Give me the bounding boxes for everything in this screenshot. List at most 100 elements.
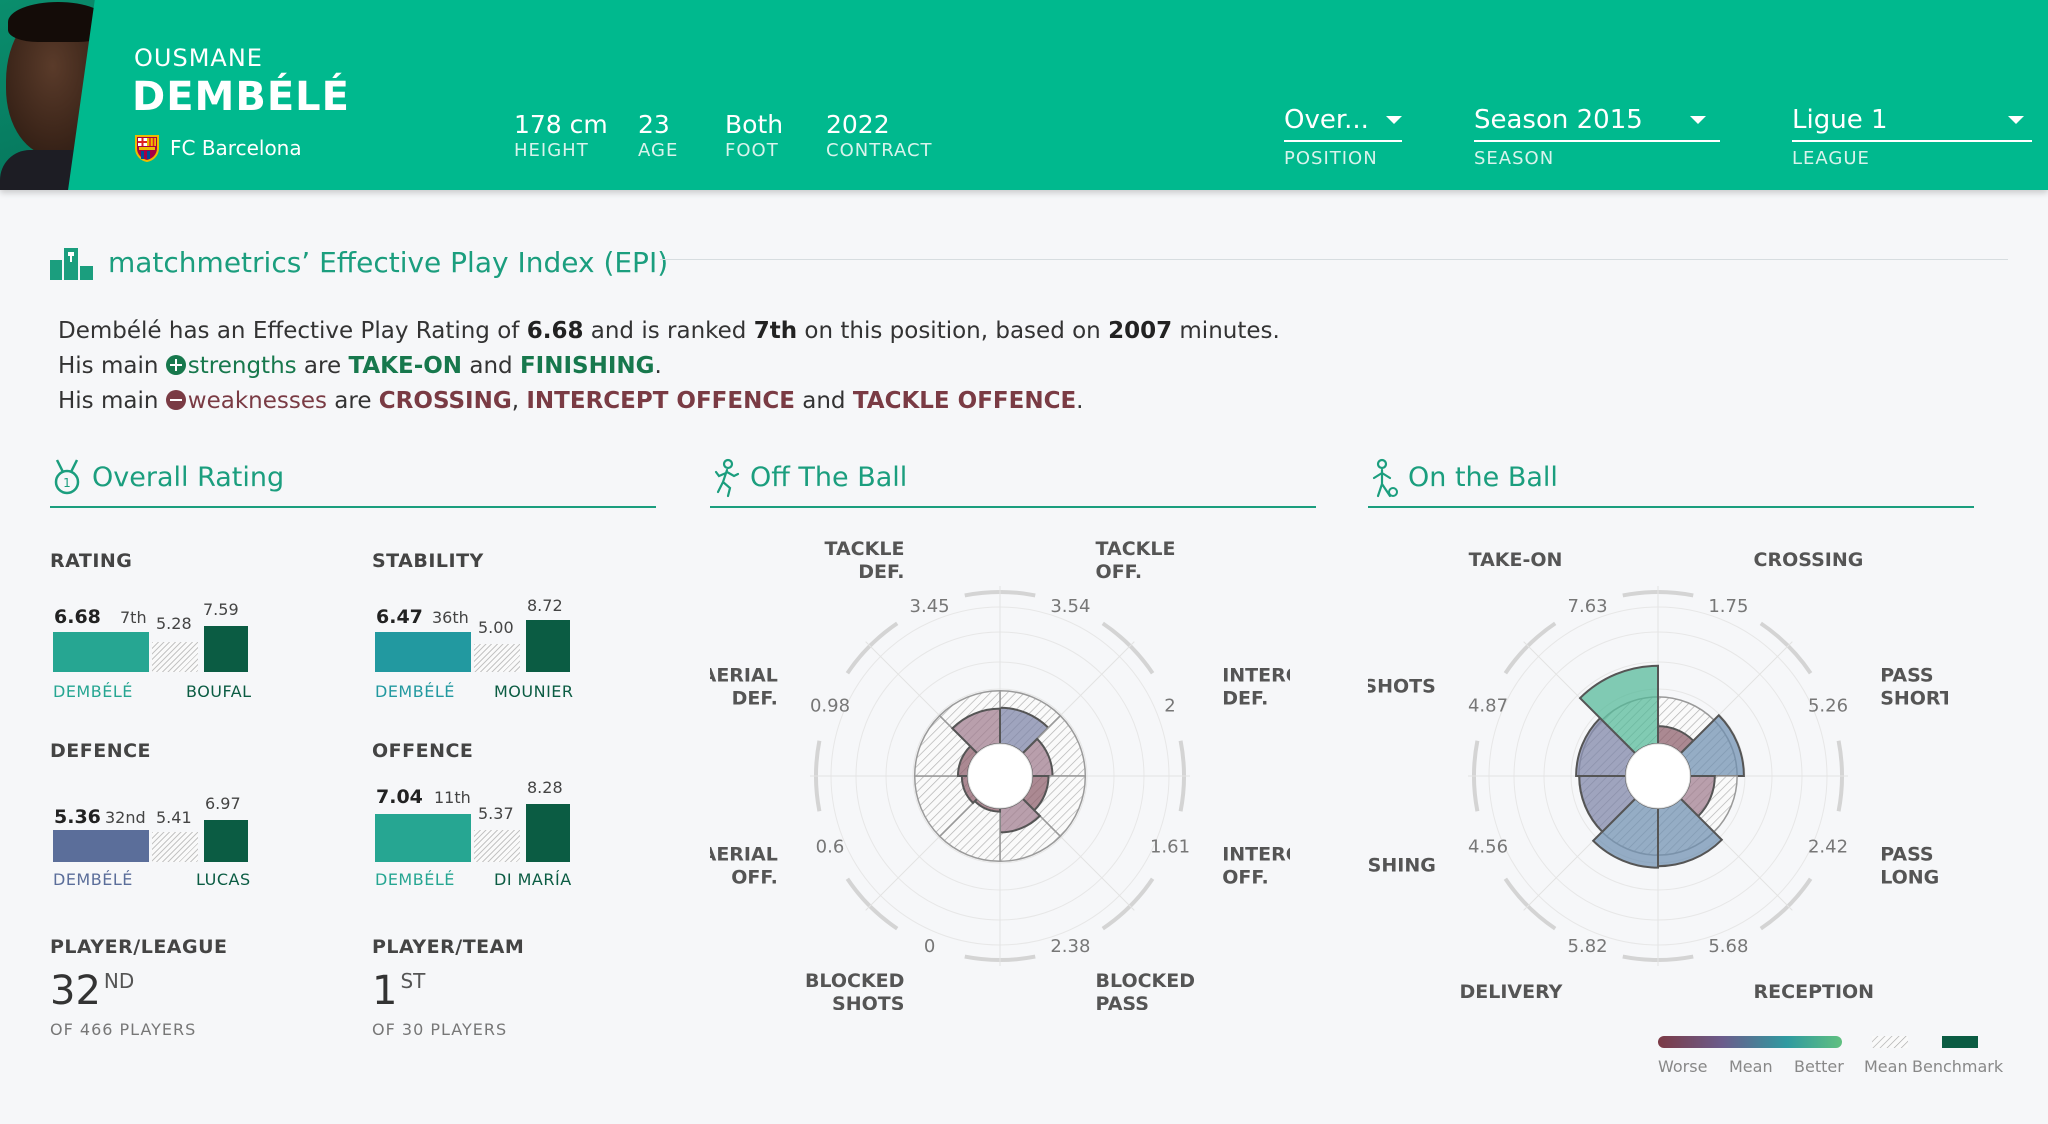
player-header: OUSMANE DEMBÉLÉ FC Barcelona 178 cm HEIGH…	[0, 0, 2048, 190]
league-rank-of: OF 466 PLAYERS	[50, 1020, 197, 1039]
podium-icon	[50, 248, 93, 280]
value-label: 5.26	[1808, 696, 1848, 717]
value-label: 4.56	[1468, 836, 1508, 857]
mean-value: 5.37	[478, 804, 514, 823]
chevron-down-icon	[1690, 116, 1706, 124]
category-label: OFF.	[731, 867, 778, 889]
plus-circle-icon	[165, 355, 186, 375]
season-value: Season 2015	[1474, 105, 1643, 135]
bench-player-label: LUCAS	[196, 870, 251, 889]
club-name: FC Barcelona	[170, 136, 302, 160]
on-the-ball-title: On the Ball	[1408, 462, 1558, 493]
on-the-ball-chart: 1.75CROSSING5.26PASSSHORT2.42 PASSLONG5.6…	[1368, 549, 1948, 1003]
epi-heading: matchmetrics’ Effective Play Index (EPI)	[50, 244, 668, 280]
value-label: 7.63	[1568, 596, 1608, 617]
category-label: INTERCEPT	[1222, 844, 1290, 866]
bench-bar	[526, 804, 570, 862]
category-label: DEF.	[858, 561, 904, 583]
player-rank: 36th	[432, 608, 469, 627]
off-the-ball-title: Off The Ball	[750, 462, 908, 493]
player-team-card: PLAYER/TEAM 1 ST OF 30 PLAYERS	[372, 936, 524, 1039]
player-first-name: OUSMANE	[134, 44, 263, 72]
category-label: LONG	[1880, 867, 1939, 889]
stat-foot: Both FOOT	[725, 110, 784, 161]
player-league-card: PLAYER/LEAGUE 32 ND OF 466 PLAYERS	[50, 936, 228, 1039]
bench-player-label: BOUFAL	[186, 682, 252, 701]
bench-value: 6.97	[205, 794, 241, 813]
position-dropdown[interactable]: Over... POSITION	[1284, 104, 1402, 169]
runner-icon	[714, 458, 740, 498]
stat-age: 23 AGE	[638, 110, 679, 161]
minus-circle-icon	[165, 390, 186, 410]
weakness-crossing: CROSSING	[378, 388, 512, 414]
category-label: AERIAL	[710, 844, 778, 866]
mean-value: 5.28	[156, 614, 192, 633]
bench-bar	[526, 620, 570, 672]
category-label: DEF.	[1222, 687, 1268, 709]
category-label: PASS	[1096, 993, 1149, 1010]
team-rank-of: OF 30 PLAYERS	[372, 1020, 508, 1039]
medal-icon: 1	[54, 459, 80, 495]
season-dropdown[interactable]: Season 2015 SEASON	[1474, 104, 1720, 169]
bench-player-label: DI MARÍA	[494, 870, 572, 889]
section-off-the-ball: Off The Ball	[710, 458, 1316, 508]
player-bar	[375, 632, 471, 672]
category-label: SHOTS	[832, 993, 904, 1010]
position-value: Over...	[1284, 105, 1369, 135]
category-label: AERIAL	[710, 664, 778, 686]
player-rank: 11th	[434, 788, 471, 807]
value-label: 5.68	[1708, 936, 1748, 957]
club-crest-icon	[135, 135, 159, 162]
summary-line-weaknesses: His main weaknesses are CROSSING, INTERC…	[58, 388, 1084, 414]
value-label: 5.82	[1568, 936, 1608, 957]
bench-bar	[204, 820, 248, 862]
category-label: DEF.	[732, 687, 778, 709]
off-the-ball-chart: 3.54TACKLEOFF.2INTERCEPTDEF.1.61INTERCEP…	[710, 540, 1290, 1010]
mean-value: 5.41	[156, 808, 192, 827]
category-label: PASS	[1880, 844, 1933, 866]
legend-swatches	[1658, 1036, 1978, 1048]
section-overall-rating: 1 Overall Rating	[50, 458, 656, 508]
value-label: 0	[924, 936, 935, 957]
mean-bar	[474, 830, 520, 862]
value-label: 3.54	[1050, 596, 1090, 617]
legend-benchmark: Benchmark	[1912, 1057, 2004, 1076]
summary-line-strengths: His main strengths are TAKE-ON and FINIS…	[58, 353, 662, 379]
stat-height: 178 cm HEIGHT	[514, 110, 608, 161]
category-label: TAKE-ON	[1469, 549, 1563, 571]
category-label: SHOTS	[1368, 675, 1436, 697]
mean-bar	[152, 642, 198, 672]
player-team-title: PLAYER/TEAM	[372, 936, 525, 958]
league-rank: 32	[50, 968, 101, 1014]
player-label: DEMBÉLÉ	[375, 870, 455, 889]
league-dropdown[interactable]: Ligue 1 LEAGUE	[1792, 104, 2032, 169]
player-label: DEMBÉLÉ	[375, 682, 455, 701]
player-league-title: PLAYER/LEAGUE	[50, 936, 228, 958]
chevron-down-icon	[1386, 116, 1402, 124]
position-label: POSITION	[1284, 148, 1378, 169]
category-label: INTERCEPT	[1222, 664, 1290, 686]
bench-player-label: MOUNIER	[494, 682, 574, 701]
bench-value: 7.59	[203, 600, 239, 619]
value-label: 2.38	[1050, 936, 1090, 957]
weakness-tackle-offence: TACKLE OFFENCE	[852, 388, 1077, 414]
value-label: 1.61	[1150, 836, 1190, 857]
club: FC Barcelona	[134, 134, 302, 162]
stability-card: STABILITY 6.47 36th 5.00 8.72 DEMBÉLÉ MO…	[372, 550, 573, 701]
player-label: DEMBÉLÉ	[53, 682, 133, 701]
league-rank-suffix: ND	[103, 969, 135, 993]
player-last-name: DEMBÉLÉ	[132, 74, 350, 120]
chart-legend: Worse Mean Better Mean Benchmark	[1650, 1030, 2010, 1080]
bench-value: 8.28	[527, 778, 563, 797]
legend-better: Better	[1794, 1057, 1844, 1076]
value-label: 2.42	[1808, 836, 1848, 857]
defence-title: DEFENCE	[50, 740, 152, 762]
league-value: Ligue 1	[1792, 105, 1888, 135]
strength-finishing: FINISHING	[519, 353, 655, 379]
weakness-intercept-offence: INTERCEPT OFFENCE	[526, 388, 795, 414]
epi-title: matchmetrics’ Effective Play Index (EPI)	[108, 245, 669, 279]
legend-mean: Mean	[1729, 1057, 1773, 1076]
divider	[660, 259, 2008, 260]
team-rank: 1	[372, 968, 398, 1014]
category-label: SHORT	[1880, 687, 1948, 709]
